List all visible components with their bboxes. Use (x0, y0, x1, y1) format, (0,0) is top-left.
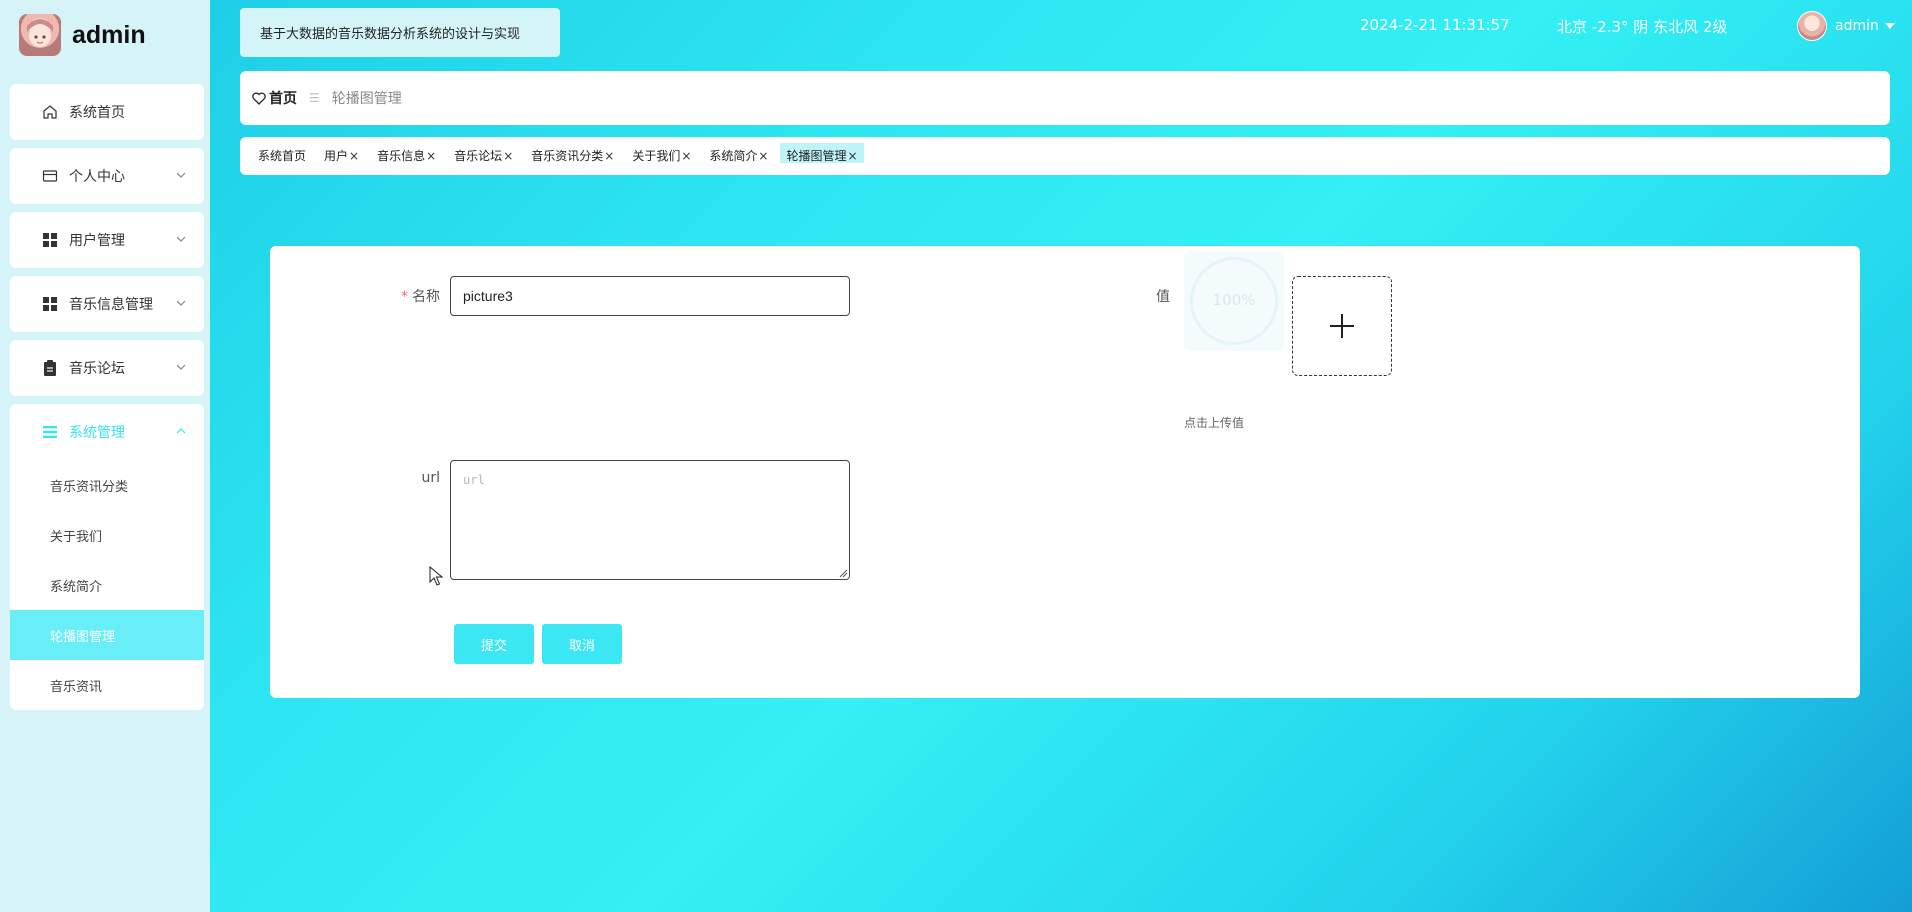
chevron-down-icon (176, 364, 186, 370)
name-input[interactable] (450, 276, 850, 316)
tags-bar: 系统首页 用户 × 音乐信息 × 音乐论坛 × 音乐资讯分类 × 关于我们 × … (240, 137, 1890, 175)
name-label: * 名称 (390, 286, 440, 306)
user-avatar (1797, 11, 1827, 41)
menu-item-system-management[interactable]: 系统管理 (10, 404, 204, 460)
close-icon[interactable]: × (503, 143, 513, 163)
tag-music-forum[interactable]: 音乐论坛 × (448, 143, 519, 163)
close-icon[interactable]: × (349, 143, 359, 163)
plus-icon (1330, 314, 1354, 338)
menu-item-music-info[interactable]: 音乐信息管理 (10, 276, 204, 332)
tag-label: 系统首页 (258, 149, 307, 163)
datetime: 2024-2-21 11:31:57 (1360, 16, 1510, 34)
tag-label: 用户 (324, 149, 349, 163)
tag-label: 系统简介 (709, 149, 758, 163)
menu-item-label: 音乐信息管理 (69, 297, 153, 313)
tag-carousel-management[interactable]: 轮播图管理 × (780, 143, 864, 163)
tag-label: 音乐资讯分类 (531, 149, 604, 163)
edit-form: *名称 值 100% 点击上传值 url 提交 取消 (270, 246, 1860, 698)
name-label-text: 名称 (412, 289, 440, 305)
tag-system-home[interactable]: 系统首页 (252, 143, 312, 163)
upload-preview: 100% (1184, 251, 1284, 351)
breadcrumb-separator-icon: ☰ (309, 91, 320, 105)
sidebar: admin 系统首页 个人中心 用户管理 音乐信息管理 音乐论坛 系统管理 音乐… (0, 0, 210, 912)
menu-group-system-management: 系统管理 音乐资讯分类 关于我们 系统简介 轮播图管理 音乐资讯 (10, 404, 204, 710)
user-menu[interactable]: admin (1797, 11, 1895, 41)
breadcrumb: 首页 ☰ 轮播图管理 (240, 71, 1890, 125)
menu-item-user-management[interactable]: 用户管理 (10, 212, 204, 268)
tag-label: 轮播图管理 (786, 149, 847, 163)
menu-item-label: 音乐论坛 (69, 361, 125, 377)
close-icon[interactable]: × (426, 143, 436, 163)
grid-icon (41, 231, 59, 249)
caret-down-icon (1884, 23, 1895, 29)
brand-avatar (19, 14, 61, 56)
chevron-down-icon (176, 172, 186, 178)
mouse-cursor-icon (429, 566, 443, 586)
tag-music-info[interactable]: 音乐信息 × (371, 143, 442, 163)
close-icon[interactable]: × (758, 143, 768, 163)
url-textarea[interactable] (450, 460, 850, 580)
upload-button[interactable] (1292, 276, 1392, 376)
brand: admin (19, 14, 146, 56)
submenu-item-music-news-category[interactable]: 音乐资讯分类 (10, 460, 204, 510)
close-icon[interactable]: × (848, 143, 858, 163)
heart-icon (252, 91, 266, 105)
required-mark: * (401, 289, 408, 305)
breadcrumb-home[interactable]: 首页 (252, 88, 297, 108)
submenu-item-carousel-management[interactable]: 轮播图管理 (10, 610, 204, 660)
tag-label: 音乐信息 (377, 149, 426, 163)
menu-item-label: 系统管理 (69, 425, 125, 441)
grid-icon (41, 295, 59, 313)
brand-name: admin (72, 20, 146, 49)
menu-item-personal-center[interactable]: 个人中心 (10, 148, 204, 204)
menu-item-home[interactable]: 系统首页 (10, 84, 204, 140)
menu-item-label: 系统首页 (69, 105, 125, 121)
url-label: url (421, 470, 440, 486)
submenu-item-music-news[interactable]: 音乐资讯 (10, 660, 204, 710)
submenu-item-system-intro[interactable]: 系统简介 (10, 560, 204, 610)
submit-button[interactable]: 提交 (454, 624, 534, 664)
value-label: 值 (1156, 289, 1170, 305)
upload-progress: 100% (1212, 291, 1256, 309)
chevron-down-icon (176, 300, 186, 306)
breadcrumb-home-label: 首页 (269, 91, 297, 107)
tag-about-us[interactable]: 关于我们 × (626, 143, 697, 163)
card-icon (41, 167, 59, 185)
submenu-item-about-us[interactable]: 关于我们 (10, 510, 204, 560)
home-icon (41, 103, 59, 121)
username: admin (1835, 18, 1879, 34)
list-icon (41, 423, 59, 441)
menu-item-label: 个人中心 (69, 169, 125, 185)
tag-music-news-category[interactable]: 音乐资讯分类 × (525, 143, 620, 163)
submenu: 音乐资讯分类 关于我们 系统简介 轮播图管理 音乐资讯 (10, 460, 204, 710)
close-icon[interactable]: × (604, 143, 614, 163)
tag-label: 音乐论坛 (454, 149, 503, 163)
chevron-up-icon (176, 428, 186, 434)
menu-item-music-forum[interactable]: 音乐论坛 (10, 340, 204, 396)
weather: 北京 -2.3° 阴 东北风 2级 (1557, 18, 1728, 36)
resize-handle-icon[interactable] (839, 569, 848, 578)
clipboard-icon (41, 359, 59, 377)
tag-user[interactable]: 用户 × (318, 143, 365, 163)
tag-system-intro[interactable]: 系统简介 × (703, 143, 774, 163)
site-title: 基于大数据的音乐数据分析系统的设计与实现 (240, 8, 560, 57)
menu-item-label: 用户管理 (69, 233, 125, 249)
tag-label: 关于我们 (632, 149, 681, 163)
upload-tip: 点击上传值 (1184, 416, 1245, 430)
cancel-button[interactable]: 取消 (542, 624, 622, 664)
close-icon[interactable]: × (681, 143, 691, 163)
breadcrumb-current: 轮播图管理 (331, 91, 402, 107)
chevron-down-icon (176, 236, 186, 242)
